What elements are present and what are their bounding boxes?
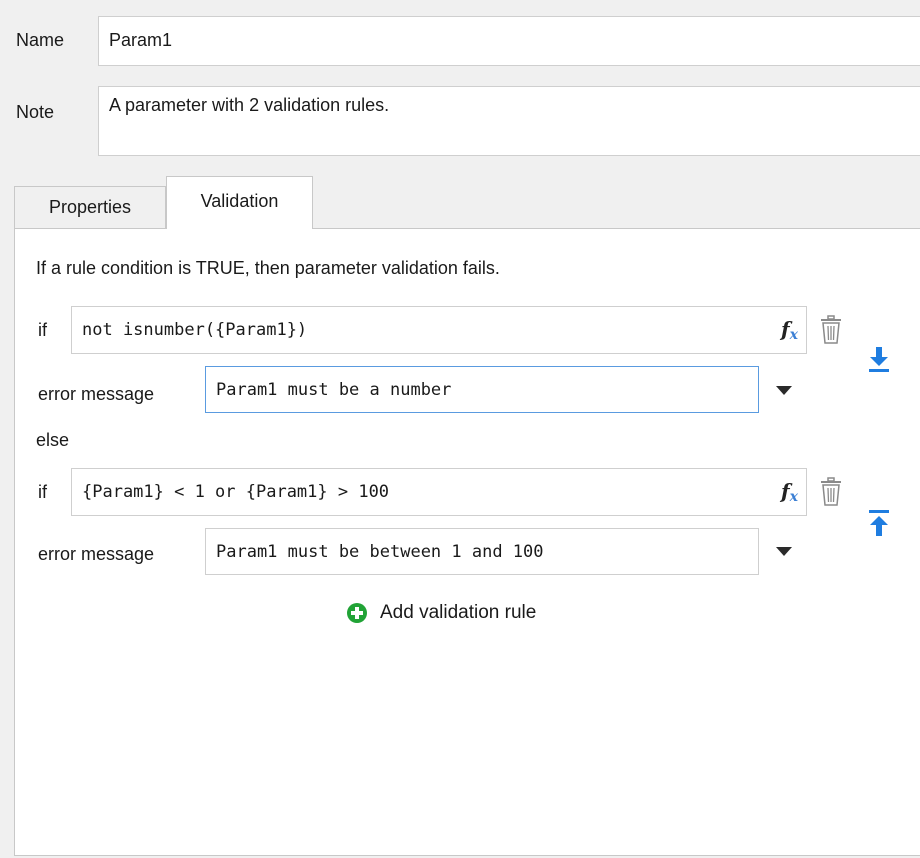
validation-description: If a rule condition is TRUE, then parame…	[36, 258, 500, 278]
tab-properties[interactable]: Properties	[14, 186, 166, 228]
rule-2-if-label: if	[38, 482, 47, 502]
note-field[interactable]: A parameter with 2 validation rules.	[98, 86, 920, 156]
trash-icon[interactable]	[818, 476, 844, 508]
fx-icon[interactable]: fx	[781, 479, 798, 505]
rule-1-error-input[interactable]: Param1 must be a number	[205, 366, 759, 413]
rule-1-error-label: error message	[38, 384, 155, 404]
trash-icon[interactable]	[818, 314, 844, 346]
rule-1-condition-input[interactable]: not isnumber({Param1}) fx	[71, 306, 807, 354]
rule-2-error-label: error message	[38, 544, 155, 564]
chevron-down-icon[interactable]	[772, 380, 796, 400]
rule-1-condition-value: not isnumber({Param1})	[82, 320, 308, 340]
add-validation-rule-label: Add validation rule	[380, 602, 537, 623]
else-label: else	[36, 430, 70, 450]
name-label: Name	[16, 30, 65, 50]
add-validation-rule-button[interactable]: Add validation rule	[346, 602, 536, 624]
tab-properties-label: Properties	[48, 197, 132, 217]
note-field-value: A parameter with 2 validation rules.	[109, 95, 390, 115]
note-label: Note	[16, 102, 55, 122]
chevron-down-icon[interactable]	[772, 541, 796, 561]
tab-validation[interactable]: Validation	[166, 176, 313, 229]
arrow-up-to-line-icon[interactable]	[866, 508, 892, 538]
rule-2-error-value: Param1 must be between 1 and 100	[216, 542, 544, 562]
rule-1-error-value: Param1 must be a number	[216, 380, 452, 400]
name-field[interactable]: Param1	[98, 16, 920, 66]
plus-circle-icon	[346, 602, 368, 624]
fx-icon[interactable]: fx	[781, 317, 798, 343]
arrow-down-to-line-icon[interactable]	[866, 344, 892, 374]
rule-2-error-input[interactable]: Param1 must be between 1 and 100	[205, 528, 759, 575]
rule-1-if-label: if	[38, 320, 47, 340]
name-field-value: Param1	[109, 30, 173, 50]
rule-2-condition-value: {Param1} < 1 or {Param1} > 100	[82, 482, 390, 502]
tab-validation-label: Validation	[200, 190, 279, 211]
rule-2-condition-input[interactable]: {Param1} < 1 or {Param1} > 100 fx	[71, 468, 807, 516]
